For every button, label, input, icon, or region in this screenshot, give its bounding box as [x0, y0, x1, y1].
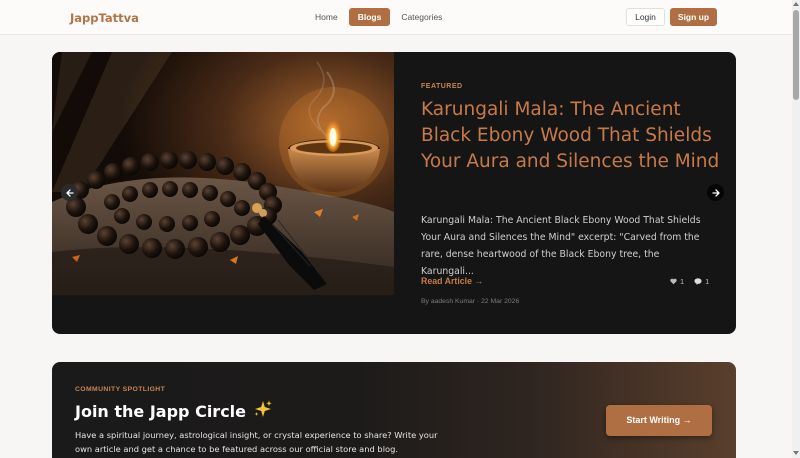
- carousel-next-button[interactable]: [707, 184, 724, 201]
- community-title: Join the Japp Circle: [75, 400, 273, 422]
- signup-button[interactable]: Sign up: [670, 8, 717, 26]
- comments-count: 1: [705, 277, 710, 286]
- post-byline: By aadesh Kumar · 22 Mar 2026: [421, 298, 520, 305]
- read-article-link[interactable]: Read Article →: [421, 276, 483, 286]
- featured-post-excerpt: Karungali Mala: The Ancient Black Ebony …: [421, 215, 701, 277]
- comment-icon: [694, 278, 702, 285]
- navbar: JappTattva Home Blogs Categories Login S…: [0, 0, 792, 35]
- community-spotlight-card: COMMUNITY SPOTLIGHT Join the Japp Circle…: [52, 362, 736, 458]
- site-logo[interactable]: JappTattva: [70, 11, 139, 25]
- nav-link-categories[interactable]: Categories: [393, 8, 450, 26]
- likes-stat[interactable]: 1: [670, 277, 684, 286]
- community-label: COMMUNITY SPOTLIGHT: [75, 386, 166, 393]
- page-scrollbar[interactable]: [792, 0, 800, 458]
- sparkles-icon: [253, 400, 273, 422]
- community-title-text: Join the Japp Circle: [75, 401, 247, 421]
- arrow-right-icon: [711, 188, 720, 197]
- post-stats: 1 1: [670, 277, 709, 286]
- nav-link-home[interactable]: Home: [307, 8, 346, 26]
- nav-links: Home Blogs Categories: [307, 8, 450, 26]
- scroll-up-arrow-icon[interactable]: [793, 2, 799, 6]
- mala-beads-and-diya-photo: [52, 52, 394, 295]
- community-description: Have a spiritual journey, astrological i…: [75, 430, 438, 454]
- comments-stat[interactable]: 1: [694, 277, 709, 286]
- featured-post-title[interactable]: Karungali Mala: The Ancient Black Ebony …: [421, 97, 721, 175]
- featured-post-card[interactable]: FEATURED Karungali Mala: The Ancient Bla…: [52, 52, 736, 334]
- scrollbar-thumb[interactable]: [793, 10, 799, 100]
- heart-icon: [670, 278, 677, 285]
- nav-link-blogs[interactable]: Blogs: [348, 8, 391, 26]
- carousel-prev-button[interactable]: [61, 184, 78, 201]
- arrow-left-icon: [65, 188, 74, 197]
- likes-count: 1: [680, 277, 685, 286]
- start-writing-button[interactable]: Start Writing →: [606, 405, 712, 436]
- scroll-down-arrow-icon[interactable]: [793, 451, 799, 455]
- featured-label: FEATURED: [421, 83, 463, 90]
- featured-post-image[interactable]: [52, 52, 394, 295]
- login-button[interactable]: Login: [626, 8, 665, 26]
